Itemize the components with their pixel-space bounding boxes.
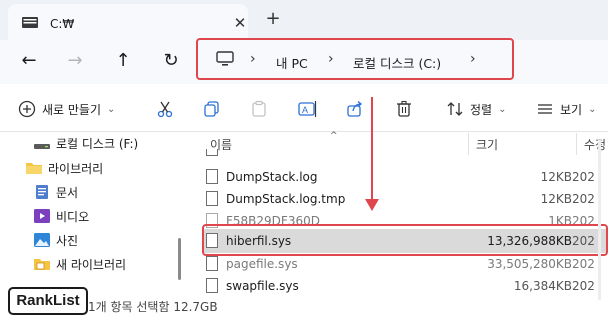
sidebar-item-label: 새 라이브러리 bbox=[56, 257, 127, 272]
file-date: 202 bbox=[572, 192, 595, 206]
breadcrumb-separator-icon: › bbox=[250, 51, 256, 67]
breadcrumb-separator-icon: › bbox=[328, 51, 334, 67]
drive-icon bbox=[34, 144, 50, 149]
sidebar-item-label: 로컬 디스크 (F:) bbox=[56, 136, 139, 151]
table-row[interactable]: DumpStack.log 12KB 202 bbox=[202, 166, 608, 188]
close-tab-icon[interactable]: ✕ bbox=[229, 12, 251, 34]
copy-icon bbox=[204, 101, 219, 117]
file-date: 202 bbox=[572, 257, 595, 271]
navigation-pane-scrollbar[interactable] bbox=[178, 238, 181, 280]
share-icon bbox=[347, 101, 363, 117]
library-folder-icon bbox=[26, 163, 42, 174]
paste-button[interactable] bbox=[250, 98, 268, 120]
sidebar-item-new-library[interactable]: 새 라이브러리 bbox=[34, 254, 126, 274]
breadcrumb-my-pc[interactable]: 내 PC bbox=[276, 53, 308, 72]
annotation-arrow-line bbox=[371, 97, 373, 200]
chevron-down-icon: ⌄ bbox=[588, 103, 597, 115]
system-file-icon bbox=[206, 256, 218, 271]
sidebar-item-label: 사진 bbox=[56, 233, 79, 248]
view-list-icon bbox=[538, 104, 552, 114]
table-row[interactable]: DumpStack.log.tmp 12KB 202 bbox=[202, 188, 608, 210]
status-bar-text: 1개 항목 선택함 12.7GB bbox=[88, 300, 218, 314]
ranklist-watermark-badge: RankList bbox=[8, 287, 88, 315]
tab-title: C:₩ bbox=[50, 17, 75, 31]
file-size: 12KB bbox=[540, 192, 572, 206]
sort-arrows-icon bbox=[447, 102, 463, 116]
paste-icon bbox=[252, 100, 266, 117]
system-file-icon bbox=[206, 278, 218, 293]
file-icon bbox=[206, 149, 218, 156]
copy-button[interactable] bbox=[203, 98, 221, 120]
new-button-label: 새로 만들기 bbox=[42, 102, 102, 117]
sort-button[interactable]: 정렬 ⌄ bbox=[446, 98, 506, 120]
command-bar: 새로 만들기 ⌄ A 정렬 ⌄ 보기 ⌄ bbox=[0, 86, 608, 132]
file-size: 16,384KB bbox=[513, 279, 572, 293]
file-name: DumpStack.log.tmp bbox=[226, 192, 346, 206]
up-icon[interactable]: ↑ bbox=[112, 50, 134, 72]
svg-text:A: A bbox=[302, 105, 308, 115]
sidebar-item-label: 비디오 bbox=[56, 209, 90, 224]
file-date: 202 bbox=[572, 170, 595, 184]
address-bar[interactable]: › 내 PC › 로컬 디스크 (C:) › bbox=[196, 38, 514, 80]
annotation-arrow-head-icon bbox=[365, 199, 379, 211]
view-button-label: 보기 bbox=[560, 102, 583, 117]
file-icon bbox=[206, 169, 218, 184]
sidebar-item-pictures[interactable]: 사진 bbox=[34, 230, 78, 250]
file-date: 202 bbox=[572, 279, 595, 293]
rename-button[interactable]: A bbox=[298, 98, 318, 120]
file-name: pagefile.sys bbox=[226, 257, 298, 271]
back-icon[interactable]: ← bbox=[18, 50, 40, 72]
file-name: DumpStack.log bbox=[226, 170, 318, 184]
rename-icon: A bbox=[298, 101, 317, 117]
trash-icon bbox=[397, 100, 411, 117]
file-name: swapfile.sys bbox=[226, 279, 299, 293]
share-button[interactable] bbox=[346, 98, 364, 120]
delete-button[interactable] bbox=[395, 98, 413, 120]
cut-button[interactable] bbox=[156, 98, 174, 120]
view-button[interactable]: 보기 ⌄ bbox=[536, 98, 596, 120]
table-row[interactable]: swapfile.sys 16,384KB 202 bbox=[202, 275, 608, 297]
table-row-partial bbox=[202, 149, 608, 161]
plus-circle-icon bbox=[18, 100, 36, 118]
file-size: 33,505,280KB bbox=[487, 257, 572, 271]
selection-highlight-annotation bbox=[202, 224, 608, 256]
sidebar-item-documents[interactable]: 문서 bbox=[34, 182, 78, 202]
sort-ascending-icon: ^ bbox=[330, 131, 338, 141]
scissors-icon bbox=[157, 101, 173, 118]
pictures-icon bbox=[34, 233, 50, 247]
new-button[interactable]: 새로 만들기 ⌄ bbox=[18, 98, 115, 120]
drive-tab-icon bbox=[22, 17, 38, 28]
documents-icon bbox=[36, 185, 48, 199]
file-icon bbox=[206, 191, 218, 206]
sidebar-item-libraries[interactable]: 라이브러리 bbox=[26, 158, 103, 178]
sort-button-label: 정렬 bbox=[470, 102, 493, 117]
videos-icon bbox=[34, 209, 50, 223]
tab-bar: C:₩ ✕ + bbox=[0, 0, 608, 40]
sidebar-item-videos[interactable]: 비디오 bbox=[34, 206, 89, 226]
table-row[interactable]: pagefile.sys 33,505,280KB 202 bbox=[202, 253, 608, 275]
breadcrumb-expand-icon[interactable]: › bbox=[470, 51, 476, 67]
chevron-down-icon: ⌄ bbox=[107, 103, 116, 115]
file-list-scrollbar[interactable] bbox=[598, 140, 601, 300]
sidebar-item-local-disk-f[interactable]: 로컬 디스크 (F:) bbox=[34, 133, 138, 153]
file-size: 12KB bbox=[540, 170, 572, 184]
breadcrumb-local-disk-c[interactable]: 로컬 디스크 (C:) bbox=[353, 53, 441, 72]
chevron-down-icon: ⌄ bbox=[498, 103, 507, 115]
sidebar-item-label: 라이브러리 bbox=[48, 161, 104, 176]
new-tab-icon[interactable]: + bbox=[262, 8, 284, 30]
refresh-icon[interactable]: ↻ bbox=[160, 50, 182, 72]
computer-icon bbox=[216, 51, 234, 66]
sidebar-item-label: 문서 bbox=[56, 185, 79, 200]
forward-icon[interactable]: → bbox=[64, 50, 86, 72]
new-library-icon bbox=[34, 259, 50, 270]
tab-c-drive[interactable]: C:₩ ✕ bbox=[8, 4, 248, 40]
